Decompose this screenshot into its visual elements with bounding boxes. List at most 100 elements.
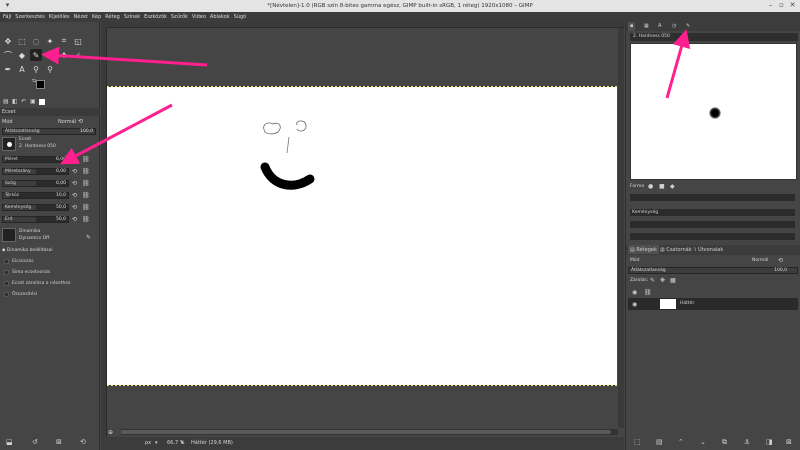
shape-diamond-icon[interactable]: ◆ bbox=[670, 183, 675, 190]
rect-select-tool-icon[interactable]: ⬚ bbox=[16, 35, 28, 47]
crop-tool-icon[interactable]: ⌗ bbox=[58, 35, 70, 47]
aspect-slider[interactable]: Méretarány 0,00 bbox=[2, 168, 69, 175]
tab-brushes-icon[interactable]: ▪ bbox=[628, 22, 636, 31]
smooth-stroke-checkbox[interactable] bbox=[4, 270, 9, 275]
dynamics-value[interactable]: Dynamics Off bbox=[19, 236, 49, 241]
tab-document-history-icon[interactable]: ◷ bbox=[670, 22, 678, 31]
size-slider[interactable]: Méret 6,00 bbox=[2, 156, 69, 163]
fade-checkbox[interactable] bbox=[4, 259, 9, 264]
menu-file[interactable]: Fájl bbox=[3, 14, 11, 20]
raise-layer-icon[interactable]: ⌃ bbox=[678, 438, 684, 446]
tab-paths[interactable]: ⌇ Útvonalak bbox=[692, 245, 725, 254]
swap-colors-icon[interactable]: ⇆ bbox=[32, 78, 36, 84]
warp-tool-icon[interactable]: ⌒ bbox=[2, 49, 14, 61]
brush-aspect-slider[interactable] bbox=[630, 221, 795, 228]
delete-tool-preset-icon[interactable]: ⊠ bbox=[56, 438, 62, 446]
brush-radius-slider[interactable] bbox=[630, 194, 795, 201]
paths-tool-icon[interactable]: ✒ bbox=[2, 63, 14, 75]
foreground-color-swatch[interactable] bbox=[36, 80, 45, 89]
lasso-tool-icon[interactable]: ◌ bbox=[30, 35, 42, 47]
anchor-layer-icon[interactable]: ⚓ bbox=[744, 438, 750, 446]
undo-history-icon[interactable]: ↶ bbox=[21, 98, 26, 105]
force-reset-icon[interactable]: ⟲ bbox=[72, 216, 77, 223]
menu-windows[interactable]: Ablakok bbox=[210, 14, 230, 20]
new-layer-icon[interactable]: ⬚ bbox=[634, 438, 641, 446]
menu-video[interactable]: Video bbox=[192, 14, 206, 20]
opacity-slider[interactable]: Átlátszatlanság 100,0 bbox=[2, 128, 96, 135]
save-tool-preset-icon[interactable]: ⬓ bbox=[6, 438, 13, 446]
lock-pixels-icon[interactable]: ✎ bbox=[650, 277, 655, 284]
brush-angle-slider[interactable] bbox=[630, 233, 795, 240]
angle-link-icon[interactable]: ⛓ bbox=[82, 180, 90, 187]
menu-tools[interactable]: Eszközök bbox=[144, 14, 167, 20]
lock-alpha-icon[interactable]: ▦ bbox=[670, 277, 676, 284]
restore-tool-preset-icon[interactable]: ↺ bbox=[32, 438, 38, 446]
tab-fonts-icon[interactable]: A bbox=[656, 22, 663, 31]
quick-mask-corner[interactable] bbox=[101, 22, 107, 28]
tab-paint-dynamics-icon[interactable]: ✎ bbox=[684, 22, 692, 31]
force-slider[interactable]: Erő 50,0 bbox=[2, 216, 69, 223]
fuzzy-select-tool-icon[interactable]: ✦ bbox=[44, 35, 56, 47]
minimize-icon[interactable]: – bbox=[767, 2, 774, 9]
window-menu-icon[interactable]: ▾ bbox=[4, 2, 11, 9]
vertical-scrollbar[interactable] bbox=[618, 28, 624, 428]
zoom-tool-icon[interactable]: ⚲ bbox=[44, 63, 56, 75]
menu-image[interactable]: Kép bbox=[92, 14, 101, 20]
mode-select[interactable]: Normál bbox=[58, 119, 76, 125]
tab-channels[interactable]: ▥ Csatornák bbox=[658, 245, 694, 254]
spacing-reset-icon[interactable]: ⟲ bbox=[72, 192, 77, 199]
image-canvas[interactable] bbox=[107, 87, 617, 385]
menu-layer[interactable]: Réteg bbox=[105, 14, 120, 20]
unit-dropdown-icon[interactable]: ▾ bbox=[155, 440, 158, 446]
duplicate-layer-icon[interactable]: ⧉ bbox=[722, 438, 727, 447]
force-link-icon[interactable]: ⛓ bbox=[82, 216, 90, 223]
move-tool-icon[interactable]: ✥ bbox=[2, 35, 14, 47]
bucket-fill-tool-icon[interactable]: ◆ bbox=[16, 49, 28, 61]
menu-colors[interactable]: Színek bbox=[124, 14, 140, 20]
brush-preview-area[interactable] bbox=[630, 43, 797, 180]
new-layer-group-icon[interactable]: ▤ bbox=[656, 438, 663, 446]
navigate-icon[interactable]: ⊕ bbox=[108, 429, 113, 436]
zoom-dropdown-icon[interactable]: ▾ bbox=[181, 440, 184, 446]
spacing-slider[interactable]: Térköz 10,0 bbox=[2, 192, 69, 199]
layer-mode-reset-icon[interactable]: ⟲ bbox=[778, 257, 783, 264]
close-icon[interactable]: ✕ bbox=[789, 2, 796, 9]
layer-row-background[interactable]: ◉ Háttér bbox=[628, 298, 798, 310]
layer-mode-select[interactable]: Normál bbox=[752, 258, 768, 263]
smudge-tool-icon[interactable]: ☝ bbox=[72, 49, 84, 61]
aspect-link-icon[interactable]: ⛓ bbox=[82, 168, 90, 175]
dynamics-options-expander[interactable]: ◆ Dinamika beállításai bbox=[2, 248, 53, 253]
tab-layers[interactable]: ▤ Rétegek bbox=[628, 245, 659, 254]
tool-presets-icon[interactable]: ▤ bbox=[3, 98, 9, 105]
lock-position-icon[interactable]: ✥ bbox=[660, 277, 665, 284]
menu-select[interactable]: Kijelölés bbox=[49, 14, 70, 20]
angle-slider[interactable]: Szög 0,00 bbox=[2, 180, 69, 187]
color-picker-tool-icon[interactable]: ⚲ bbox=[30, 63, 42, 75]
aspect-reset-icon[interactable]: ⟲ bbox=[72, 168, 77, 175]
layer-mask-icon[interactable]: ◨ bbox=[766, 438, 773, 446]
unified-transform-tool-icon[interactable]: ◱ bbox=[72, 35, 84, 47]
spacing-link-icon[interactable]: ⛓ bbox=[82, 192, 90, 199]
hardness-reset-icon[interactable]: ⟲ bbox=[72, 204, 77, 211]
unit-select[interactable]: px bbox=[145, 440, 151, 446]
dynamics-thumbnail[interactable] bbox=[2, 228, 16, 242]
horizontal-scrollbar-thumb[interactable] bbox=[121, 430, 611, 434]
device-status-icon[interactable]: ◧ bbox=[12, 98, 18, 105]
image-thumbnail-icon[interactable] bbox=[39, 99, 45, 105]
menu-edit[interactable]: Szerkesztés bbox=[15, 14, 45, 20]
shape-circle-icon[interactable]: ● bbox=[648, 183, 653, 190]
lower-layer-icon[interactable]: ⌄ bbox=[700, 438, 706, 446]
menu-view[interactable]: Nézet bbox=[74, 14, 88, 20]
images-icon[interactable]: ▣ bbox=[30, 98, 36, 105]
menu-help[interactable]: Súgó bbox=[234, 14, 247, 20]
paintbrush-tool-icon[interactable]: ✎ bbox=[30, 49, 42, 61]
angle-reset-icon[interactable]: ⟲ bbox=[72, 180, 77, 187]
size-link-icon[interactable]: ⛓ bbox=[82, 156, 90, 163]
dynamics-edit-icon[interactable]: ✎ bbox=[86, 234, 91, 241]
reset-tool-options-icon[interactable]: ⟲ bbox=[80, 438, 86, 446]
maximize-icon[interactable]: ▫ bbox=[778, 2, 785, 9]
layer-visibility-icon[interactable]: ◉ bbox=[632, 301, 637, 308]
lock-brush-checkbox[interactable] bbox=[4, 281, 9, 286]
tab-patterns-icon[interactable]: ▦ bbox=[642, 22, 651, 31]
eraser-tool-icon[interactable]: ▭ bbox=[44, 49, 56, 61]
